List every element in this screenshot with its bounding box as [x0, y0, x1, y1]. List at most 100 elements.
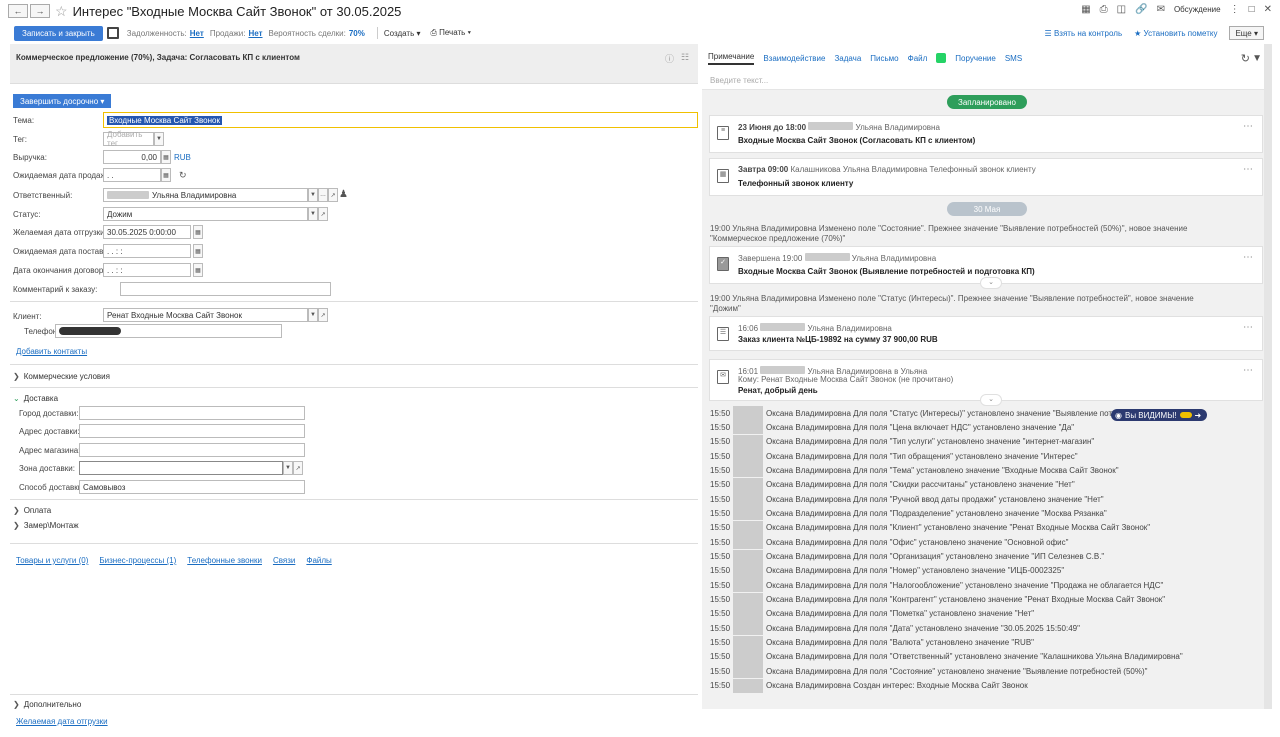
expand-chevron-icon[interactable]: ⌄ — [980, 394, 1002, 406]
user-icon[interactable]: ♟ — [339, 189, 348, 200]
scrollbar[interactable] — [1264, 44, 1272, 709]
client-open-button[interactable]: ↗ — [318, 308, 328, 322]
more-button[interactable]: Еще ▾ — [1229, 26, 1264, 40]
note-input[interactable]: Введите текст... — [702, 72, 1272, 90]
print-dropdown[interactable]: ⎙ Печать ▾ — [431, 28, 471, 38]
responsible-input[interactable]: Ульяна Владимировна — [103, 188, 308, 202]
topic-field[interactable]: Входные Москва Сайт Звонок — [103, 112, 698, 128]
refresh-icon[interactable]: ↻ — [1241, 52, 1250, 65]
tag-input[interactable]: Добавить тег — [103, 130, 154, 148]
status-input[interactable]: Дожим — [103, 207, 308, 221]
print-label: Печать — [439, 28, 466, 37]
whatsapp-icon[interactable] — [936, 53, 947, 63]
more-icon[interactable]: ⋯ — [1243, 252, 1254, 263]
phone-input[interactable] — [55, 324, 282, 338]
contract-end-calendar-button[interactable]: ▦ — [193, 263, 203, 277]
tab-assignment[interactable]: Поручение — [955, 54, 996, 63]
tab-interaction[interactable]: Взаимодействие — [763, 54, 825, 63]
filter-icon[interactable]: ▼ — [1252, 53, 1262, 64]
discussion-icon[interactable]: ✉ — [1157, 4, 1165, 15]
zone-dropdown-button[interactable]: ▼ — [283, 461, 293, 475]
measure-section-toggle[interactable]: ❯ Замер\Монтаж — [13, 521, 79, 530]
print-icon[interactable]: ⎙ — [1100, 4, 1108, 15]
tab-files[interactable]: Файлы — [306, 556, 331, 565]
contract-end-input[interactable]: . . : : — [103, 263, 191, 277]
more-icon[interactable]: ⋯ — [1243, 365, 1254, 376]
delivery-section-toggle[interactable]: ⌄ Доставка — [13, 394, 58, 403]
zone-input[interactable] — [79, 461, 283, 475]
exp-sale-date-input[interactable]: . . — [103, 168, 161, 182]
activity-card[interactable]: ☰ 16:06 Ульяна Владимировна Заказ клиент… — [709, 316, 1263, 351]
exp-sale-calendar-button[interactable]: ▦ — [161, 168, 171, 182]
revenue-input[interactable]: 0,00 — [103, 150, 161, 164]
tab-phone-calls[interactable]: Телефонные звонки — [187, 556, 262, 565]
address-input[interactable] — [79, 424, 305, 438]
back-button[interactable]: ← — [8, 4, 28, 18]
additional-section-toggle[interactable]: ❯ Дополнительно — [13, 700, 81, 709]
add-contacts-link[interactable]: Добавить контакты — [16, 347, 87, 356]
hierarchy-icon[interactable]: ☷ — [681, 52, 689, 63]
tab-links[interactable]: Связи — [273, 556, 295, 565]
refresh-icon[interactable]: ↻ — [179, 170, 187, 181]
link-icon[interactable]: 🔗 — [1135, 4, 1147, 15]
discussion-label[interactable]: Обсуждение — [1174, 5, 1221, 14]
more-icon[interactable]: ⋯ — [1243, 322, 1254, 333]
window-menu-icon[interactable]: ⋮ — [1230, 4, 1240, 15]
method-input[interactable]: Самовывоз — [79, 480, 305, 494]
tab-note[interactable]: Примечание — [708, 52, 755, 65]
info-icon[interactable]: ⓘ — [665, 52, 674, 65]
revenue-calc-button[interactable]: ▦ — [161, 150, 171, 164]
activity-card[interactable]: ▦ Завтра 09:00 Калашникова Ульяна Владим… — [709, 158, 1263, 196]
responsible-open-button[interactable]: ↗ — [328, 188, 338, 202]
create-dropdown[interactable]: Создать ▾ — [384, 29, 421, 38]
client-dropdown-button[interactable]: ▼ — [308, 308, 318, 322]
ship-date-input[interactable]: 30.05.2025 0:00:00 — [103, 225, 191, 239]
tab-sms[interactable]: SMS — [1005, 54, 1022, 63]
delivery-date-input[interactable]: . . : : — [103, 244, 191, 258]
set-mark-button[interactable]: ★ Установить пометку — [1134, 29, 1217, 38]
status-dropdown-button[interactable]: ▼ — [308, 207, 318, 221]
responsible-select-button[interactable]: … — [318, 188, 328, 202]
sales-link[interactable]: Нет — [248, 29, 262, 38]
client-input[interactable]: Ренат Входные Москва Сайт Звонок — [103, 308, 308, 322]
ship-date-calendar-button[interactable]: ▦ — [193, 225, 203, 239]
activity-card[interactable]: ✉ 16:01 Ульяна Владимировна в Ульяна Ком… — [709, 359, 1263, 406]
currency-link[interactable]: RUB — [174, 153, 191, 162]
commercial-section-toggle[interactable]: ❯ Коммерческие условия — [13, 372, 110, 381]
report-icon[interactable]: ▦ — [1081, 4, 1090, 15]
tab-letter[interactable]: Письмо — [870, 54, 898, 63]
close-icon[interactable]: ✕ — [1264, 4, 1272, 15]
activity-card[interactable]: ≡ 23 Июня до 18:00 Ульяна Владимировна В… — [709, 115, 1263, 153]
maximize-icon[interactable]: □ — [1249, 4, 1255, 15]
zone-open-button[interactable]: ↗ — [293, 461, 303, 475]
method-value: Самовывоз — [83, 482, 126, 492]
payment-section-toggle[interactable]: ❯ Оплата — [13, 506, 51, 515]
save-file-icon[interactable]: ◫ — [1117, 4, 1126, 15]
tag-dropdown-button[interactable]: ▼ — [154, 132, 164, 146]
finish-early-button[interactable]: Завершить досрочно ▾ — [13, 94, 112, 108]
tab-business-processes[interactable]: Бизнес-процессы (1) — [99, 556, 176, 565]
ship-date-link[interactable]: Желаемая дата отгрузки — [16, 717, 108, 726]
tab-task[interactable]: Задача — [834, 54, 861, 63]
debt-link[interactable]: Нет — [190, 29, 204, 38]
expand-chevron-icon[interactable]: ⌄ — [980, 277, 1002, 289]
activity-card[interactable]: ✓ Завершена 19:00 Ульяна Владимировна Вх… — [709, 246, 1263, 289]
take-control-button[interactable]: ☰ Взять на контроль — [1045, 29, 1123, 38]
save-close-button[interactable]: Записать и закрыть — [14, 25, 103, 41]
delivery-date-calendar-button[interactable]: ▦ — [193, 244, 203, 258]
tab-file[interactable]: Файл — [908, 54, 928, 63]
city-input[interactable] — [79, 406, 305, 420]
forward-button[interactable]: → — [30, 4, 50, 18]
revenue-row: Выручка: — [13, 150, 47, 164]
visibility-badge[interactable]: ◉ Вы ВИДИМЫ! ➜ — [1111, 409, 1208, 421]
order-comment-input[interactable] — [120, 282, 331, 296]
shop-address-input[interactable] — [79, 443, 305, 457]
log-time: 15:50 — [710, 537, 731, 547]
more-icon[interactable]: ⋯ — [1243, 121, 1254, 132]
save-icon[interactable] — [106, 27, 119, 39]
status-open-button[interactable]: ↗ — [318, 207, 328, 221]
tab-goods[interactable]: Товары и услуги (0) — [16, 556, 88, 565]
more-icon[interactable]: ⋯ — [1243, 164, 1254, 175]
favorite-star-icon[interactable]: ☆ — [55, 3, 68, 20]
responsible-dropdown-button[interactable]: ▼ — [308, 188, 318, 202]
